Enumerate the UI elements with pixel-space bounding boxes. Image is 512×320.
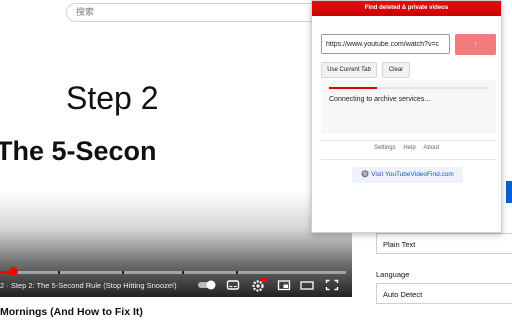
chapter-marker <box>122 271 124 274</box>
footer-links: Settings Help About <box>312 145 501 151</box>
language-select[interactable]: Auto Detect <box>376 283 512 304</box>
status-text: Connecting to archive services... <box>329 96 431 103</box>
video-player[interactable]: Step 2 The 5-Secon 2 · Step 2: The 5-Sec… <box>0 32 352 297</box>
status-panel: Connecting to archive services... <box>321 80 496 133</box>
subtitles-icon[interactable] <box>226 278 240 292</box>
video-title[interactable]: Mornings (And How to Fix It) <box>0 306 143 318</box>
video-url-input[interactable] <box>321 34 450 54</box>
popup-header: Find deleted & private videos <box>312 1 501 16</box>
format-select[interactable]: Plain Text <box>376 233 512 254</box>
chapter-title[interactable]: 2 · Step 2: The 5-Second Rule (Stop Hitt… <box>0 281 177 290</box>
status-progress-fill <box>329 87 377 89</box>
visit-website-button[interactable]: 🔘 Visit YouTubeVideoFind.com <box>352 167 463 183</box>
divider <box>321 159 496 160</box>
divider <box>321 140 496 141</box>
chapter-marker <box>236 271 238 274</box>
panel-action-button[interactable] <box>506 181 512 203</box>
settings-link[interactable]: Settings <box>374 145 396 151</box>
help-link[interactable]: Help <box>403 145 415 151</box>
youtube-search-input[interactable] <box>76 7 276 19</box>
chapter-marker <box>182 271 184 274</box>
video-scrubber-handle[interactable] <box>9 267 19 276</box>
theater-mode-icon[interactable] <box>300 278 314 292</box>
status-progress-bar <box>329 87 488 89</box>
language-label: Language <box>376 270 410 279</box>
autoplay-toggle-icon[interactable] <box>197 278 217 292</box>
about-link[interactable]: About <box>423 145 439 151</box>
fullscreen-icon[interactable] <box>325 278 339 292</box>
use-current-tab-button[interactable]: Use Current Tab <box>321 62 377 78</box>
settings-gear-icon[interactable] <box>251 278 267 292</box>
miniplayer-icon[interactable] <box>277 278 291 292</box>
extension-popup: Find deleted & private videos ↑ Use Curr… <box>311 0 502 233</box>
video-rule-title: The 5-Secon <box>0 136 157 166</box>
clear-button[interactable]: Clear <box>382 62 410 78</box>
find-video-button[interactable]: ↑ <box>455 34 496 55</box>
video-step-title: Step 2 <box>66 80 159 116</box>
chapter-marker <box>58 271 60 274</box>
video-progress-bar[interactable] <box>0 271 346 274</box>
